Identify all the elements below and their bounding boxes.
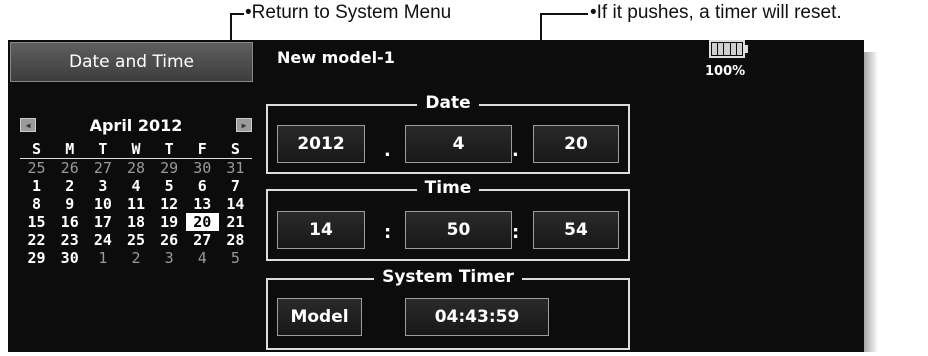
weekday-header: S — [20, 140, 54, 159]
day-field[interactable]: 20 — [533, 125, 619, 163]
calendar-day[interactable]: 12 — [153, 195, 186, 213]
calendar-grid: S M T W T F S 25 26 27 28 29 30 31 1 2 3 4 5 6 7 8 9 10 11 12 13 14… — [20, 140, 252, 267]
battery-tip — [745, 45, 748, 53]
calendar-day[interactable]: 26 — [53, 159, 86, 177]
time-separator-1: : — [384, 222, 392, 243]
system-timer-reset-button[interactable]: 04:43:59 — [405, 298, 549, 336]
reset-annotation-text: If it pushes, a timer will reset. — [596, 2, 842, 23]
calendar-day[interactable]: 6 — [186, 177, 219, 195]
return-annotation: •Return to System Menu — [245, 2, 452, 23]
calendar-day[interactable]: 25 — [119, 231, 152, 249]
calendar-day[interactable]: 3 — [86, 177, 119, 195]
weekday-header: T — [152, 140, 186, 159]
next-month-icon[interactable]: ▶ — [235, 118, 252, 132]
calendar-day[interactable]: 24 — [86, 231, 119, 249]
timer-mode-button[interactable]: Model — [277, 298, 362, 336]
page-title: Date and Time — [68, 52, 195, 72]
calendar-day[interactable]: 22 — [20, 231, 53, 249]
calendar-day[interactable]: 27 — [186, 231, 219, 249]
calendar-day[interactable]: 17 — [86, 213, 119, 231]
calendar-day[interactable]: 4 — [119, 177, 152, 195]
return-callout-line-h — [230, 13, 244, 15]
month-field[interactable]: 4 — [405, 125, 512, 163]
reset-annotation: •If it pushes, a timer will reset. — [590, 2, 842, 23]
calendar-day[interactable]: 13 — [186, 195, 219, 213]
calendar-day[interactable]: 31 — [219, 159, 252, 177]
return-annotation-text: Return to System Menu — [251, 2, 452, 23]
calendar-day[interactable]: 14 — [219, 195, 252, 213]
calendar-day[interactable]: 2 — [53, 177, 86, 195]
calendar-day[interactable]: 29 — [20, 249, 53, 267]
calendar-day[interactable]: 1 — [20, 177, 53, 195]
date-separator-2: . — [512, 140, 519, 161]
calendar-day[interactable]: 3 — [153, 249, 186, 267]
calendar-day[interactable]: 16 — [53, 213, 86, 231]
calendar-day[interactable]: 4 — [186, 249, 219, 267]
calendar-day[interactable]: 30 — [53, 249, 86, 267]
minute-field[interactable]: 50 — [405, 211, 512, 249]
calendar-day[interactable]: 15 — [20, 213, 53, 231]
battery-icon — [709, 40, 745, 58]
weekday-header: F — [185, 140, 219, 159]
calendar-day[interactable]: 2 — [119, 249, 152, 267]
calendar-day[interactable]: 18 — [119, 213, 152, 231]
return-to-system-menu-button[interactable]: Date and Time — [10, 42, 253, 82]
system-timer-label: System Timer — [374, 267, 522, 287]
calendar-month: April 2012 — [89, 115, 183, 135]
weekday-header: S — [218, 140, 252, 159]
calendar-day[interactable]: 20 — [185, 213, 219, 231]
weekday-header: W — [119, 140, 153, 159]
year-field[interactable]: 2012 — [277, 125, 365, 163]
calendar-day[interactable]: 21 — [219, 213, 252, 231]
hour-field[interactable]: 14 — [277, 211, 365, 249]
calendar-day[interactable]: 28 — [219, 231, 252, 249]
battery-percent: 100% — [705, 64, 746, 79]
reset-callout-line-h — [540, 13, 588, 15]
calendar-day[interactable]: 8 — [20, 195, 53, 213]
calendar-day[interactable]: 28 — [119, 159, 152, 177]
calendar-day[interactable]: 10 — [86, 195, 119, 213]
calendar-day[interactable]: 5 — [219, 249, 252, 267]
calendar-day[interactable]: 27 — [86, 159, 119, 177]
date-group-label: Date — [417, 93, 479, 113]
date-separator-1: . — [384, 140, 391, 161]
calendar-day[interactable]: 29 — [153, 159, 186, 177]
time-separator-2: : — [512, 222, 520, 243]
model-name: New model-1 — [277, 48, 395, 67]
second-field[interactable]: 54 — [533, 211, 619, 249]
calendar-day[interactable]: 7 — [219, 177, 252, 195]
calendar-day[interactable]: 1 — [86, 249, 119, 267]
calendar-day[interactable]: 30 — [186, 159, 219, 177]
calendar-day[interactable]: 26 — [153, 231, 186, 249]
calendar-day[interactable]: 9 — [53, 195, 86, 213]
time-group-label: Time — [416, 178, 480, 198]
prev-month-icon[interactable]: ◀ — [20, 118, 36, 132]
weekday-header: M — [53, 140, 87, 159]
calendar-day[interactable]: 23 — [53, 231, 86, 249]
calendar-day[interactable]: 5 — [153, 177, 186, 195]
calendar-day[interactable]: 19 — [153, 213, 186, 231]
screen-shadow — [864, 52, 878, 352]
weekday-header: T — [86, 140, 120, 159]
calendar: ◀ April 2012 ▶ S M T W T F S 25 26 27 28 29 30 31 1 2 3 4… — [20, 113, 252, 267]
calendar-day[interactable]: 25 — [20, 159, 53, 177]
calendar-day[interactable]: 11 — [119, 195, 152, 213]
